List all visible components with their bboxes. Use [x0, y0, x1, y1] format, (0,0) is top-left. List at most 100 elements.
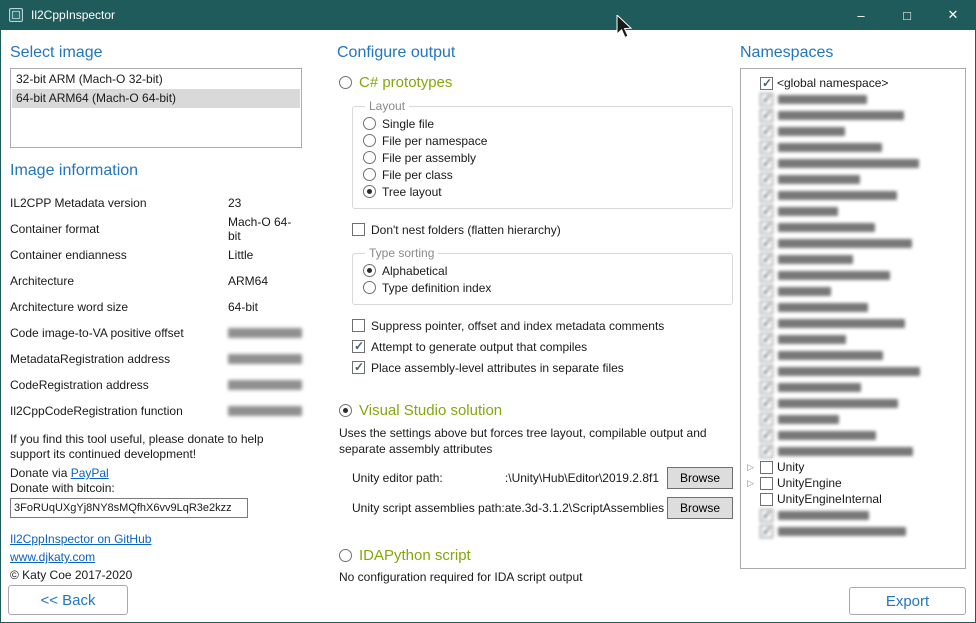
radio-icon	[339, 404, 352, 417]
namespace-item[interactable]: ▷Unity	[741, 459, 965, 475]
namespaces-heading: Namespaces	[740, 44, 966, 62]
radio-option[interactable]: Type definition index	[363, 279, 722, 296]
namespace-item[interactable]	[741, 283, 965, 299]
namespaces-list[interactable]: <global namespace>▷Unity▷UnityEngineUnit…	[740, 68, 966, 569]
namespace-item[interactable]	[741, 91, 965, 107]
checkbox-label: Suppress pointer, offset and index metad…	[371, 319, 664, 333]
website-link[interactable]: www.djkaty.com	[10, 550, 95, 564]
window-controls: – □ ✕	[838, 0, 976, 30]
redacted-namespace	[760, 445, 913, 458]
redacted-label	[778, 319, 905, 328]
checkbox-icon	[760, 221, 773, 234]
namespace-item[interactable]	[741, 187, 965, 203]
bitcoin-address-input[interactable]	[10, 498, 248, 518]
namespace-item[interactable]	[741, 523, 965, 539]
namespace-item[interactable]	[741, 139, 965, 155]
radio-option[interactable]: Single file	[363, 115, 722, 132]
info-label: Il2CppCodeRegistration function	[10, 404, 228, 418]
redacted-namespace	[760, 237, 912, 250]
image-list-item[interactable]: 64-bit ARM64 (Mach-O 64-bit)	[12, 89, 300, 108]
radio-icon	[339, 76, 352, 89]
namespace-item[interactable]	[741, 219, 965, 235]
radio-option[interactable]: Alphabetical	[363, 262, 722, 279]
namespace-item[interactable]	[741, 203, 965, 219]
image-list-item[interactable]: 32-bit ARM (Mach-O 32-bit)	[12, 70, 300, 89]
redacted-namespace	[760, 509, 869, 522]
csharp-prototypes-radio[interactable]: C# prototypes	[339, 74, 733, 91]
checkbox-icon	[760, 509, 773, 522]
idapython-radio[interactable]: IDAPython script	[339, 547, 733, 564]
checkbox-icon	[760, 365, 773, 378]
namespace-item[interactable]	[741, 411, 965, 427]
radio-option[interactable]: File per assembly	[363, 149, 722, 166]
namespace-item[interactable]	[741, 299, 965, 315]
namespace-item[interactable]	[741, 251, 965, 267]
checkbox-icon	[760, 445, 773, 458]
info-row: Container formatMach-O 64-bit	[10, 216, 302, 242]
radio-option[interactable]: Tree layout	[363, 183, 722, 200]
namespace-item[interactable]	[741, 379, 965, 395]
radio-option[interactable]: File per class	[363, 166, 722, 183]
redacted-label	[778, 239, 912, 248]
close-button[interactable]: ✕	[930, 0, 976, 30]
paypal-link[interactable]: PayPal	[71, 466, 109, 480]
redacted-value	[228, 328, 302, 338]
maximize-button[interactable]: □	[884, 0, 930, 30]
namespace-item[interactable]	[741, 123, 965, 139]
namespace-item[interactable]	[741, 315, 965, 331]
namespace-item[interactable]	[741, 331, 965, 347]
back-button[interactable]: << Back	[8, 585, 128, 615]
namespace-item[interactable]: <global namespace>	[741, 75, 965, 91]
checkbox-icon	[760, 301, 773, 314]
namespace-label: <global namespace>	[777, 76, 888, 90]
namespace-item[interactable]	[741, 107, 965, 123]
redacted-label	[778, 415, 839, 424]
checkbox-row[interactable]: Don't nest folders (flatten hierarchy)	[352, 221, 733, 238]
namespace-item[interactable]	[741, 427, 965, 443]
namespace-item[interactable]	[741, 171, 965, 187]
namespace-item[interactable]	[741, 235, 965, 251]
info-value: ARM64	[228, 274, 268, 288]
idapython-label: IDAPython script	[359, 547, 471, 564]
namespace-item[interactable]: ▷ UnityEngine	[741, 475, 965, 491]
radio-option[interactable]: File per namespace	[363, 132, 722, 149]
namespace-item[interactable]	[741, 155, 965, 171]
checkbox-icon	[760, 269, 773, 282]
namespace-item[interactable]	[741, 507, 965, 523]
namespace-label: UnityEngine	[777, 476, 842, 490]
checkbox-row[interactable]: Attempt to generate output that compiles	[352, 338, 733, 355]
info-row: ArchitectureARM64	[10, 268, 302, 294]
namespace-item[interactable]	[741, 443, 965, 459]
mouse-cursor	[616, 15, 634, 41]
path-field-value[interactable]: ate.3d-3.1.2\ScriptAssemblies	[505, 501, 667, 515]
idapython-description: No configuration required for IDA script…	[339, 570, 733, 584]
export-button[interactable]: Export	[849, 587, 966, 615]
redacted-namespace	[760, 205, 838, 218]
namespace-item[interactable]	[741, 363, 965, 379]
checkbox-icon	[352, 319, 365, 332]
redacted-label	[778, 335, 846, 344]
expander-icon[interactable]: ▷	[747, 478, 760, 489]
image-listbox[interactable]: 32-bit ARM (Mach-O 32-bit)64-bit ARM64 (…	[10, 68, 302, 148]
info-label: MetadataRegistration address	[10, 352, 228, 366]
checkbox-row[interactable]: Suppress pointer, offset and index metad…	[352, 317, 733, 334]
path-field-value[interactable]: :\Unity\Hub\Editor\2019.2.8f1	[443, 471, 667, 485]
visual-studio-radio[interactable]: Visual Studio solution	[339, 402, 733, 419]
namespace-item[interactable]	[741, 267, 965, 283]
namespace-item[interactable]: UnityEngineInternal	[741, 491, 965, 507]
redacted-label	[778, 127, 845, 136]
radio-label: Single file	[382, 117, 434, 131]
checkbox-label: Place assembly-level attributes in separ…	[371, 361, 624, 375]
browse-button[interactable]: Browse	[667, 497, 733, 519]
namespace-item[interactable]	[741, 395, 965, 411]
radio-label: Alphabetical	[382, 264, 447, 278]
redacted-value	[228, 354, 302, 364]
redacted-label	[778, 527, 906, 536]
path-field-row: Unity editor path::\Unity\Hub\Editor\201…	[352, 467, 733, 489]
expander-icon[interactable]: ▷	[747, 462, 760, 473]
namespace-item[interactable]	[741, 347, 965, 363]
github-link[interactable]: Il2CppInspector on GitHub	[10, 532, 151, 546]
minimize-button[interactable]: –	[838, 0, 884, 30]
checkbox-row[interactable]: Place assembly-level attributes in separ…	[352, 359, 733, 376]
browse-button[interactable]: Browse	[667, 467, 733, 489]
